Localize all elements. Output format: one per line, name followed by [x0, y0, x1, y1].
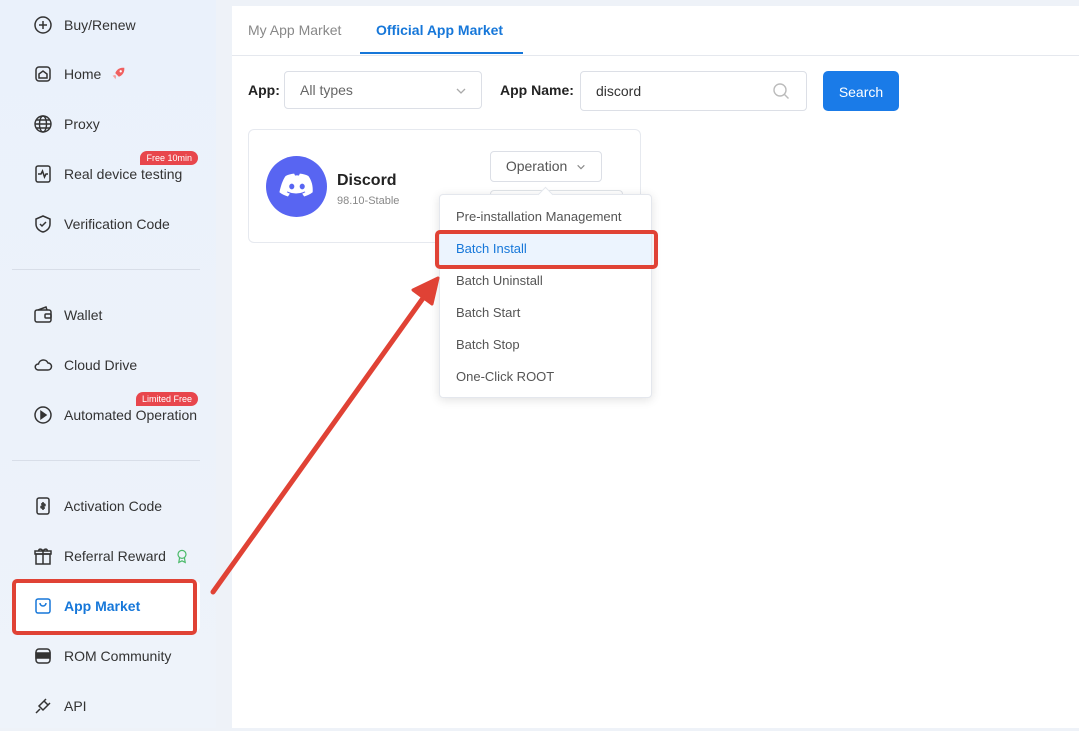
- limited-free-badge: Limited Free: [135, 392, 198, 406]
- shield-check-icon: [32, 213, 54, 235]
- app-market-panel: My App Market Official App Market App: A…: [232, 6, 1079, 728]
- free-badge: Free 10min: [140, 151, 198, 165]
- award-icon: [174, 548, 190, 564]
- wallet-icon: [32, 304, 54, 326]
- sidebar-item-wallet[interactable]: Wallet: [14, 290, 200, 340]
- app-name: Discord: [337, 172, 397, 189]
- sidebar-item-label: Real device testing: [64, 166, 183, 182]
- sidebar-item-rom-community[interactable]: ROM Community: [14, 631, 200, 681]
- app-type-label: App:: [248, 82, 280, 98]
- rocket-icon: [109, 65, 127, 83]
- menu-item-batch-uninstall[interactable]: Batch Uninstall: [440, 265, 651, 297]
- sidebar-item-automated-operation[interactable]: Automated Operation Limited Free: [14, 390, 200, 440]
- discord-logo-icon: [266, 156, 327, 217]
- tab-my-app-market[interactable]: My App Market: [248, 6, 341, 55]
- sidebar-item-real-device-testing[interactable]: Real device testing Free 10min: [14, 149, 200, 199]
- sidebar-item-home[interactable]: Home: [14, 49, 200, 99]
- sidebar-item-referral-reward[interactable]: Referral Reward: [14, 531, 200, 581]
- operation-button[interactable]: Operation: [490, 151, 602, 182]
- sidebar-item-label: Verification Code: [64, 216, 170, 232]
- play-circle-icon: [32, 404, 54, 426]
- menu-item-one-click-root[interactable]: One-Click ROOT: [440, 361, 651, 393]
- sidebar-item-label: Proxy: [64, 116, 100, 132]
- sidebar-item-verification-code[interactable]: Verification Code: [14, 199, 200, 249]
- rom-icon: [32, 645, 54, 667]
- sidebar-item-label: Home: [64, 66, 102, 82]
- menu-item-pre-installation-management[interactable]: Pre-installation Management: [440, 201, 651, 233]
- sidebar-item-cloud-drive[interactable]: Cloud Drive: [14, 340, 200, 390]
- pulse-icon: [32, 163, 54, 185]
- sidebar-item-buy-renew[interactable]: Buy/Renew: [14, 0, 200, 50]
- app-type-value: All types: [300, 82, 353, 98]
- sidebar-item-label: Referral Reward: [64, 548, 166, 564]
- app-name-input[interactable]: discord: [580, 71, 807, 111]
- app-name-label: App Name:: [500, 82, 574, 98]
- chevron-down-icon: [456, 88, 466, 94]
- sidebar-item-label: Cloud Drive: [64, 357, 138, 373]
- sidebar-item-proxy[interactable]: Proxy: [14, 99, 200, 149]
- app-type-select[interactable]: All types: [284, 71, 482, 109]
- sidebar-item-label: Wallet: [64, 307, 103, 323]
- cloud-icon: [32, 354, 54, 376]
- operation-label: Operation: [505, 158, 568, 174]
- sidebar-item-label: Buy/Renew: [64, 17, 136, 33]
- sidebar-divider: [12, 460, 200, 461]
- tab-official-app-market[interactable]: Official App Market: [376, 6, 503, 55]
- globe-icon: [32, 113, 54, 135]
- menu-item-batch-install[interactable]: Batch Install: [440, 233, 651, 265]
- sidebar-item-label: API: [64, 698, 87, 714]
- app-market-icon: [32, 595, 54, 617]
- sidebar-item-label: ROM Community: [64, 648, 172, 664]
- search-icon[interactable]: [772, 82, 790, 100]
- plus-circle-icon: [32, 14, 54, 36]
- activation-code-icon: [32, 495, 54, 517]
- operation-dropdown-menu: Pre-installation Management Batch Instal…: [439, 186, 652, 398]
- app-name-value: discord: [596, 83, 642, 99]
- tab-bar: My App Market Official App Market: [232, 6, 1079, 56]
- api-plug-icon: [32, 695, 54, 717]
- chevron-down-icon: [577, 165, 585, 170]
- sidebar-item-app-market[interactable]: App Market: [14, 581, 200, 631]
- tab-active-indicator: [360, 52, 523, 54]
- home-icon: [32, 63, 54, 85]
- sidebar-divider: [12, 269, 200, 270]
- menu-item-batch-start[interactable]: Batch Start: [440, 297, 651, 329]
- sidebar: Buy/Renew Home Proxy Real device testing…: [0, 0, 216, 728]
- search-button[interactable]: Search: [823, 71, 899, 111]
- sidebar-item-label: Activation Code: [64, 498, 163, 514]
- gift-icon: [32, 545, 54, 567]
- sidebar-item-api[interactable]: API: [14, 681, 200, 731]
- sidebar-item-label: App Market: [64, 598, 141, 614]
- sidebar-item-label: Automated Operation: [64, 407, 198, 423]
- menu-item-batch-stop[interactable]: Batch Stop: [440, 329, 651, 361]
- sidebar-item-activation-code[interactable]: Activation Code: [14, 481, 200, 531]
- app-version: 98.10-Stable: [337, 195, 400, 207]
